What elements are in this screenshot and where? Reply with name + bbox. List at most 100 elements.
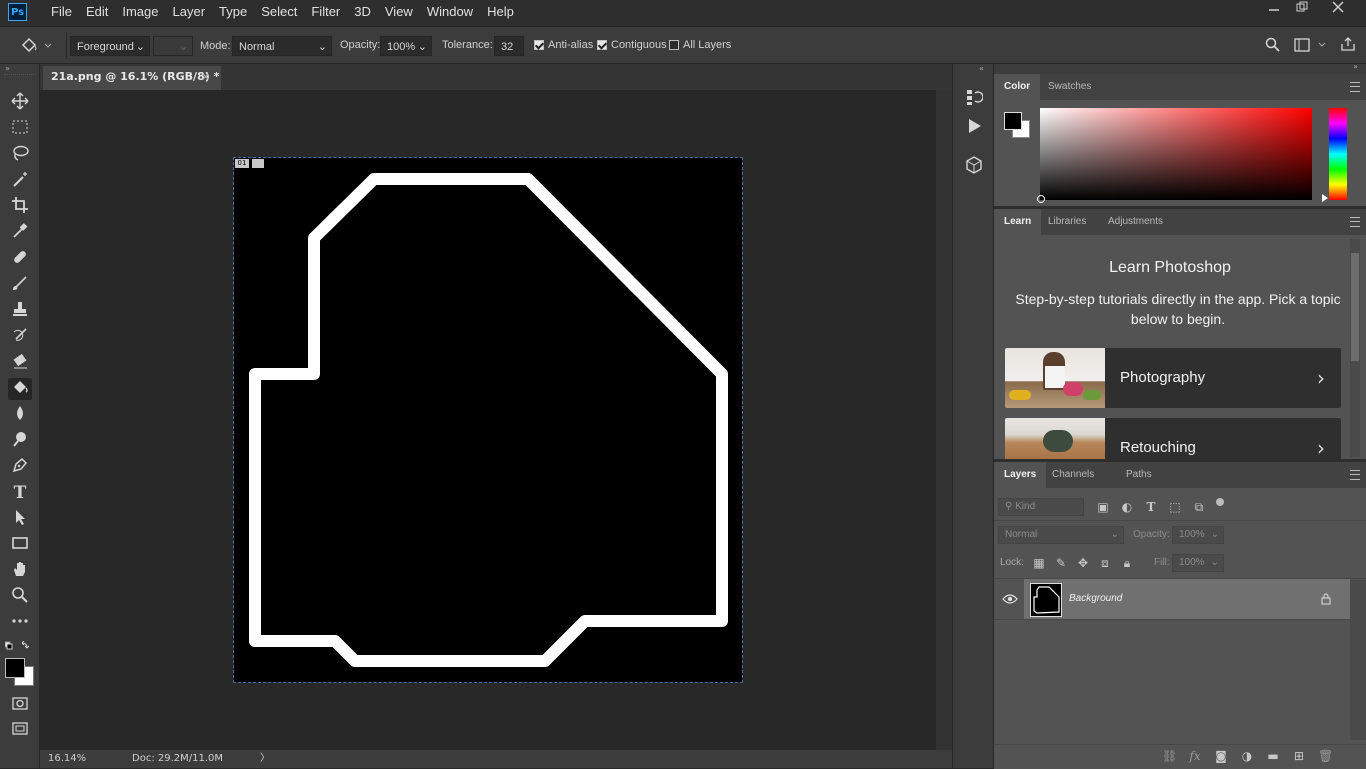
menu-window[interactable]: Window (420, 0, 480, 26)
layer-fill-input[interactable]: 100% ⌄ (1172, 554, 1224, 572)
type-tool[interactable]: T (8, 482, 32, 504)
filter-type-icon[interactable]: T (1144, 500, 1158, 514)
filter-smart-object-icon[interactable]: ⧉ (1192, 500, 1206, 514)
color-picker-handle[interactable] (1037, 195, 1045, 203)
layer-visibility-toggle[interactable] (1002, 594, 1018, 607)
layers-panel-menu-icon[interactable] (1350, 470, 1360, 480)
pen-tool[interactable] (8, 456, 32, 478)
menu-file[interactable]: File (44, 0, 79, 26)
tab-channels[interactable]: Channels (1042, 462, 1104, 488)
vertical-scrollbar[interactable] (936, 90, 952, 750)
zoom-tool[interactable] (8, 586, 32, 608)
tab-swatches[interactable]: Swatches (1038, 74, 1101, 100)
quick-mask-button[interactable] (8, 694, 32, 716)
delete-layer-icon[interactable]: 🗑︎ (1318, 749, 1333, 763)
dodge-tool[interactable] (8, 430, 32, 452)
close-button[interactable] (1320, 0, 1356, 22)
link-layers-icon[interactable]: ⛓ (1162, 749, 1177, 763)
tab-paths[interactable]: Paths (1116, 462, 1162, 488)
adjustment-layer-icon[interactable]: ◑ (1240, 749, 1254, 763)
rectangle-tool[interactable] (8, 534, 32, 556)
learn-card-photography[interactable]: Photography › (1005, 348, 1341, 408)
lock-all-icon[interactable]: 🔒︎ (1120, 556, 1134, 570)
menu-edit[interactable]: Edit (79, 0, 115, 26)
menu-view[interactable]: View (378, 0, 420, 26)
layer-name[interactable]: Background (1069, 579, 1122, 619)
menu-layer[interactable]: Layer (166, 0, 213, 26)
brush-tool[interactable] (8, 274, 32, 296)
eyedropper-tool[interactable] (8, 222, 32, 244)
3d-panel-button[interactable] (965, 156, 983, 177)
tab-libraries[interactable]: Libraries (1038, 209, 1096, 235)
all-layers-checkbox[interactable] (669, 40, 679, 50)
restore-button[interactable] (1284, 0, 1320, 22)
magic-wand-tool[interactable] (8, 170, 32, 192)
document-tab[interactable]: 21a.png @ 16.1% (RGB/8) * × (43, 66, 221, 90)
tab-adjustments[interactable]: Adjustments (1098, 209, 1173, 235)
mode-select[interactable]: Normal ⌄ (232, 36, 332, 56)
color-panel-menu-icon[interactable] (1350, 82, 1360, 92)
workspace-button[interactable] (1294, 37, 1328, 56)
stamp-tool[interactable] (8, 300, 32, 322)
add-mask-icon[interactable]: ◙ (1214, 749, 1228, 763)
menu-filter[interactable]: Filter (304, 0, 347, 26)
menu-3d[interactable]: 3D (347, 0, 378, 26)
default-colors-button[interactable] (4, 640, 35, 656)
new-layer-icon[interactable]: ⊞ (1292, 749, 1306, 763)
share-button[interactable] (1340, 36, 1356, 55)
foreground-swatch[interactable] (1004, 112, 1022, 130)
screen-mode-button[interactable] (8, 720, 32, 742)
lock-pixels-icon[interactable]: ✎ (1054, 556, 1068, 570)
filter-pixel-icon[interactable]: ▣ (1096, 500, 1110, 514)
layer-filter-kind[interactable]: ⚲ Kind (998, 498, 1084, 516)
lock-artboard-icon[interactable]: ⧈ (1098, 556, 1112, 570)
layer-opacity-input[interactable]: 100% ⌄ (1172, 526, 1224, 544)
lasso-tool[interactable] (8, 144, 32, 166)
actions-panel-button[interactable] (967, 118, 983, 137)
learn-scrollbar-thumb[interactable] (1351, 253, 1359, 361)
lock-position-icon[interactable]: ✥ (1076, 556, 1090, 570)
learn-card-retouching[interactable]: Retouching › (1005, 418, 1341, 459)
document-tab-close-icon[interactable]: × (201, 66, 210, 88)
status-menu-arrow[interactable]: 〉 (260, 750, 270, 768)
contiguous-checkbox[interactable] (597, 40, 607, 50)
opacity-input[interactable]: 100% ⌄ (380, 36, 432, 56)
blur-tool[interactable] (8, 404, 32, 426)
move-tool[interactable] (8, 92, 32, 114)
paint-bucket-tool[interactable] (8, 378, 32, 400)
more-tools-button[interactable] (8, 612, 32, 634)
tab-layers[interactable]: Layers (994, 462, 1047, 488)
menu-select[interactable]: Select (254, 0, 304, 26)
menu-type[interactable]: Type (212, 0, 254, 26)
foreground-color-swatch[interactable] (5, 658, 25, 678)
history-brush-tool[interactable] (8, 326, 32, 348)
hue-slider[interactable] (1329, 108, 1347, 200)
path-select-tool[interactable] (8, 508, 32, 530)
tolerance-input[interactable]: 32 (494, 36, 524, 56)
menu-image[interactable]: Image (115, 0, 165, 26)
fill-source-select[interactable]: Foreground ⌄ (70, 36, 150, 56)
collapse-arrows-icon[interactable]: « (979, 64, 984, 73)
learn-scrollbar[interactable] (1350, 239, 1360, 457)
hue-slider-handle-icon[interactable] (1322, 194, 1328, 202)
search-button[interactable] (1265, 37, 1281, 56)
blend-mode-select[interactable]: Normal ⌄ (998, 526, 1124, 544)
history-panel-button[interactable] (965, 88, 984, 109)
marquee-tool[interactable] (8, 118, 32, 140)
tab-color[interactable]: Color (994, 74, 1041, 100)
document-canvas[interactable]: 01 (233, 157, 743, 683)
filter-shape-icon[interactable]: ⬚ (1168, 500, 1182, 514)
zoom-level[interactable]: 16.14% (48, 750, 86, 768)
eraser-tool[interactable] (8, 352, 32, 374)
color-field[interactable] (1037, 108, 1312, 203)
tool-preset-picker[interactable] (20, 36, 52, 57)
filter-adjustment-icon[interactable]: ◐ (1120, 500, 1134, 514)
lock-transparent-icon[interactable]: ▦ (1032, 556, 1046, 570)
collapse-toolbar-icon[interactable]: » (5, 64, 10, 73)
crop-tool[interactable] (8, 196, 32, 218)
layers-scrollbar[interactable] (1350, 580, 1366, 740)
hand-tool[interactable] (8, 560, 32, 582)
fx-icon[interactable]: fx (1188, 749, 1202, 763)
filter-toggle-icon[interactable] (1216, 498, 1224, 506)
new-group-icon[interactable]: ▬ (1266, 749, 1280, 763)
